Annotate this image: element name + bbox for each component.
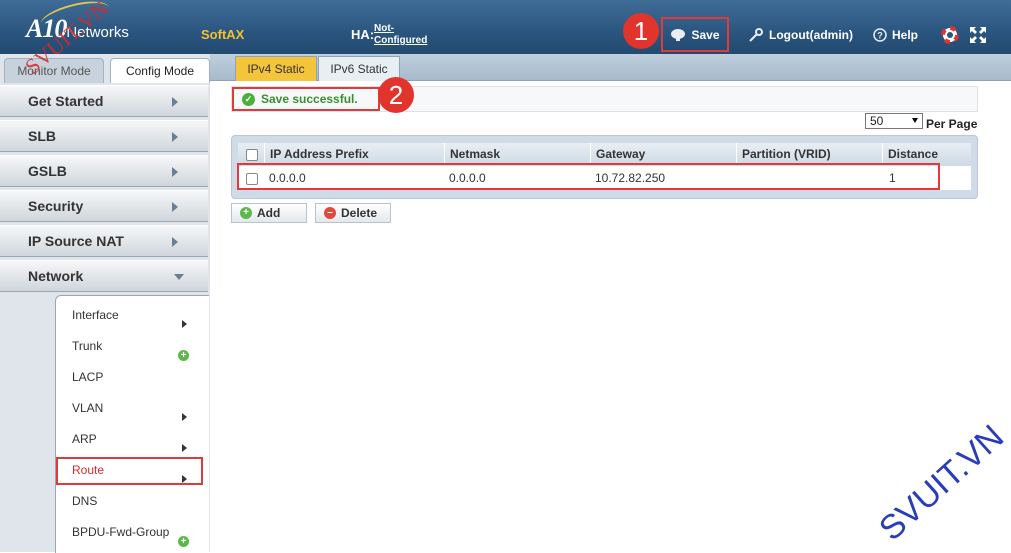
nav-item-network[interactable]: Network	[0, 260, 208, 292]
table-header: IP Address Prefix Netmask Gateway Partit…	[238, 143, 971, 165]
select-all-checkbox[interactable]	[246, 149, 258, 161]
nav-label: Security	[28, 198, 84, 214]
save-label: Save	[691, 27, 720, 42]
help-icon: ?	[873, 28, 887, 42]
chevron-right-icon	[182, 413, 187, 421]
delete-label: Delete	[341, 206, 378, 220]
add-icon[interactable]: +	[178, 350, 189, 361]
status-message: ✓ Save successful.	[232, 87, 380, 111]
route-tabbar: IPv4 Static IPv6 Static	[210, 54, 1011, 81]
column-header[interactable]: Partition (VRID)	[736, 143, 882, 165]
status-bar: ✓ Save successful.	[231, 86, 978, 112]
add-icon: +	[240, 207, 252, 219]
lifebuoy-icon[interactable]	[941, 20, 959, 50]
chevron-right-icon	[172, 237, 178, 247]
add-label: Add	[257, 206, 281, 220]
chevron-right-icon	[172, 132, 178, 142]
chevron-down-icon	[174, 274, 184, 280]
ha-status-link[interactable]: Not-Configured	[374, 23, 444, 47]
subnav-item-dns[interactable]: DNS	[72, 494, 97, 508]
per-page-select[interactable]: 50	[865, 113, 923, 129]
row-highlight-box	[237, 163, 940, 190]
status-text: Save successful.	[261, 92, 358, 106]
delete-icon: –	[324, 207, 336, 219]
per-page-label: Per Page	[926, 117, 978, 131]
left-panel: Monitor Mode Config Mode Get Started SLB…	[0, 54, 210, 553]
nav-label: Get Started	[28, 93, 104, 109]
svg-text:?: ?	[877, 31, 883, 41]
key-icon	[749, 28, 763, 42]
step-1-marker: 1	[623, 13, 659, 49]
product-name: SoftAX	[201, 27, 245, 42]
dropdown-arrow-icon	[912, 118, 918, 123]
add-icon[interactable]: +	[178, 536, 189, 547]
chevron-right-icon	[182, 320, 187, 328]
logout-label: Logout(admin)	[769, 28, 853, 42]
delete-button[interactable]: – Delete	[315, 203, 391, 223]
tab-ipv6-static[interactable]: IPv6 Static	[318, 56, 400, 81]
help-button[interactable]: ? Help	[873, 20, 918, 50]
ha-label: HA:	[351, 27, 375, 42]
subnav-item-vlan[interactable]: VLAN	[72, 401, 103, 415]
subnav-item-route[interactable]: Route	[72, 463, 104, 477]
subnav-item-bpdu-fwd-group[interactable]: BPDU-Fwd-Group	[72, 525, 169, 539]
tab-config-mode[interactable]: Config Mode	[110, 58, 210, 83]
nav-label: SLB	[28, 128, 56, 144]
chevron-right-icon	[182, 444, 187, 452]
checkmark-icon: ✓	[242, 92, 255, 106]
subnav-item-lacp[interactable]: LACP	[72, 370, 103, 384]
save-button[interactable]: Save	[661, 17, 729, 52]
nav-item-ip-source-nat[interactable]: IP Source NAT	[0, 225, 208, 257]
column-header[interactable]: Distance	[882, 143, 971, 165]
chevron-right-icon	[172, 97, 178, 107]
subnav-item-trunk[interactable]: Trunk	[72, 339, 102, 353]
nav-label: Network	[28, 268, 84, 284]
chevron-right-icon	[182, 475, 187, 483]
tab-ipv4-static[interactable]: IPv4 Static	[235, 56, 317, 81]
nav-label: GSLB	[28, 163, 67, 179]
column-header[interactable]: Gateway	[590, 143, 736, 165]
column-header[interactable]: IP Address Prefix	[264, 143, 444, 165]
chevron-right-icon	[172, 167, 178, 177]
nav-item-security[interactable]: Security	[0, 190, 208, 222]
nav-item-gslb[interactable]: GSLB	[0, 155, 208, 187]
subnav-item-interface[interactable]: Interface	[72, 308, 119, 322]
fullscreen-icon[interactable]	[968, 20, 988, 50]
save-icon	[671, 28, 686, 41]
nav-item-slb[interactable]: SLB	[0, 120, 208, 152]
add-button[interactable]: + Add	[231, 203, 307, 223]
per-page-value: 50	[870, 114, 884, 128]
column-header[interactable]: Netmask	[444, 143, 590, 165]
logout-button[interactable]: Logout(admin)	[748, 20, 853, 50]
network-submenu: Interface Trunk + LACP VLAN ARP Route DN…	[55, 295, 209, 553]
nav-item-get-started[interactable]: Get Started	[0, 85, 208, 117]
help-label: Help	[892, 28, 919, 42]
watermark-right: SVUIT.VN	[872, 417, 1011, 549]
step-2-marker: 2	[378, 77, 414, 113]
top-header: A10Networks SoftAX HA: Not-Configured 1 …	[0, 0, 1011, 54]
nav-label: IP Source NAT	[28, 233, 124, 249]
chevron-right-icon	[172, 202, 178, 212]
subnav-item-arp[interactable]: ARP	[72, 432, 97, 446]
